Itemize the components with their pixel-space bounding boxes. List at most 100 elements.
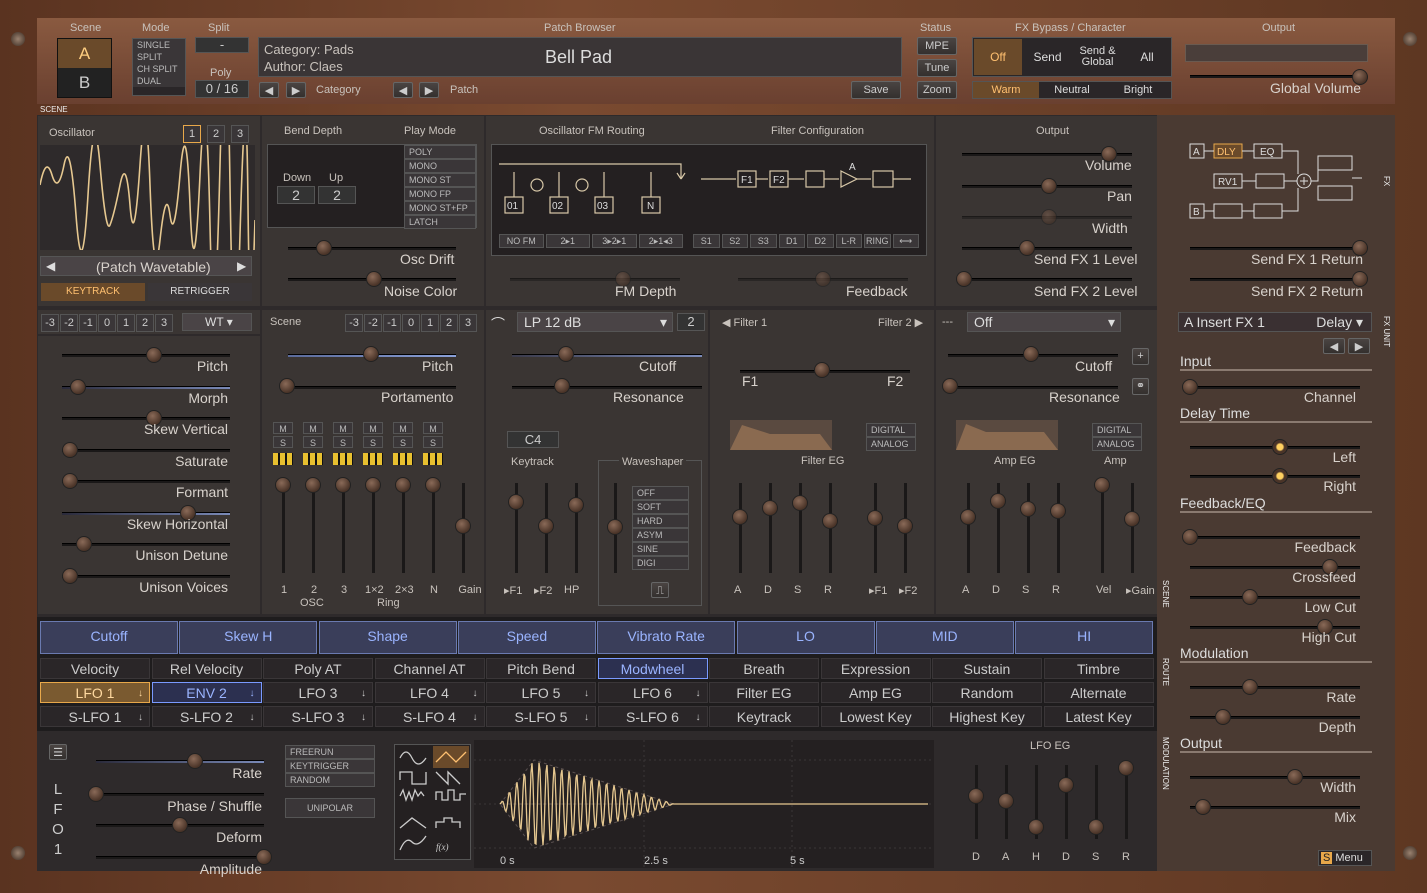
lfo-menu-icon[interactable]: ☰ <box>49 744 67 760</box>
fx-preset-next[interactable]: ▶ <box>1348 338 1370 354</box>
filter-config-lr[interactable]: L-R <box>835 234 862 248</box>
mod-source[interactable]: Keytrack <box>709 706 819 727</box>
macro-slot[interactable]: LO <box>736 621 875 654</box>
fx-param-knob[interactable] <box>1182 379 1198 395</box>
lfo-eg-knob[interactable] <box>968 788 984 804</box>
filter2-type-dropdown[interactable]: Off ▾ <box>967 312 1121 332</box>
filter-slider-knob[interactable] <box>568 497 584 513</box>
osc-param-knob[interactable] <box>146 347 162 363</box>
solo-button[interactable]: S <box>303 436 323 448</box>
solo-button[interactable]: S <box>423 436 443 448</box>
aeg-analog[interactable]: ANALOG <box>1092 437 1142 451</box>
route-indicator[interactable] <box>303 453 323 465</box>
route-indicator[interactable] <box>273 453 293 465</box>
scene-oct-3[interactable]: 3 <box>459 314 477 332</box>
mod-source[interactable]: ENV 2 ↓ <box>151 682 262 703</box>
aeg-digital[interactable]: DIGITAL <box>1092 423 1142 437</box>
fx-param-knob[interactable] <box>1287 769 1303 785</box>
mod-source[interactable]: S-LFO 5 ↓ <box>486 706 596 727</box>
route-indicator[interactable] <box>333 453 353 465</box>
fx-param-knob[interactable] <box>1242 589 1258 605</box>
osc-param-knob[interactable] <box>62 473 78 489</box>
ws-asym[interactable]: ASYM <box>632 528 689 542</box>
fm-no-fm[interactable]: NO FM <box>499 234 544 248</box>
ws-soft[interactable]: SOFT <box>632 500 689 514</box>
fm-2-1-3[interactable]: 2▸1◂3 <box>638 234 683 248</box>
aeg-slider-knob[interactable] <box>1050 503 1066 519</box>
ws-off[interactable]: OFF <box>632 486 689 500</box>
scene-b-button[interactable]: B <box>58 68 111 97</box>
category-next-button[interactable]: ▶ <box>286 82 306 98</box>
filter1-type-dropdown[interactable]: LP 12 dB ▾ <box>517 312 673 332</box>
route-indicator[interactable] <box>363 453 383 465</box>
mute-button[interactable]: M <box>303 422 323 434</box>
waveshaper-curve-icon[interactable]: ⎍ <box>651 582 669 598</box>
width-knob[interactable] <box>1041 209 1057 225</box>
fx-param-knob[interactable] <box>1272 439 1288 455</box>
mod-source[interactable]: Channel AT <box>374 658 485 679</box>
scene-oct-m3[interactable]: -3 <box>345 314 363 332</box>
fx-bypass-send[interactable]: Send <box>1023 39 1072 75</box>
ws-hard[interactable]: HARD <box>632 514 689 528</box>
osc-param-knob[interactable] <box>62 441 78 458</box>
category-prev-button[interactable]: ◀ <box>259 82 279 98</box>
route-indicator[interactable] <box>423 453 443 465</box>
lfo-eg-knob[interactable] <box>1028 819 1044 835</box>
link-icon[interactable]: ⚭ <box>1132 378 1149 395</box>
feg-slider-knob[interactable] <box>762 500 778 516</box>
mode-ch-split[interactable]: CH SPLIT <box>133 63 185 75</box>
unipolar-toggle[interactable]: UNIPOLAR <box>285 798 375 818</box>
lfo-param-knob[interactable] <box>88 786 104 802</box>
mod-source[interactable]: Rel Velocity <box>151 658 262 679</box>
fx-param-knob[interactable] <box>1272 468 1288 484</box>
fx-param-knob[interactable] <box>1215 709 1231 725</box>
osc-oct-1[interactable]: 1 <box>117 314 135 332</box>
mute-button[interactable]: M <box>423 422 443 434</box>
macro-slot[interactable]: Speed <box>457 621 596 654</box>
mixer-fader-knob[interactable] <box>455 518 471 534</box>
fx-param-knob[interactable] <box>1182 529 1198 545</box>
filter1-nav[interactable]: ◀ Filter 1 <box>722 316 767 329</box>
osc-oct-2[interactable]: 2 <box>136 314 154 332</box>
macro-slot[interactable]: Shape <box>318 621 457 654</box>
feg-digital[interactable]: DIGITAL <box>866 423 916 437</box>
filter-config-s1[interactable]: S1 <box>693 234 720 248</box>
mode-split[interactable]: SPLIT <box>133 51 185 63</box>
ws-digi[interactable]: DIGI <box>632 556 689 570</box>
mixer-fader-knob[interactable] <box>425 477 441 493</box>
lfo-keytrigger[interactable]: KEYTRIGGER <box>285 759 375 773</box>
mod-source[interactable]: Lowest Key <box>820 706 931 727</box>
mod-source[interactable]: LFO 4 ↓ <box>374 682 485 703</box>
mixer-fader-knob[interactable] <box>305 477 321 493</box>
send-fx2-knob[interactable] <box>956 271 972 287</box>
fm-3-2-1[interactable]: 3▸2▸1 <box>592 234 637 248</box>
osc-oct-0[interactable]: 0 <box>98 314 116 332</box>
osc-oct-m3[interactable]: -3 <box>41 314 59 332</box>
menu-button[interactable]: S Menu <box>1318 850 1372 866</box>
cutoff2-knob[interactable] <box>1023 346 1039 362</box>
scene-pitch-knob[interactable] <box>363 346 379 362</box>
scene-oct-m1[interactable]: -1 <box>383 314 401 332</box>
tune-button[interactable]: Tune <box>917 59 957 77</box>
filter-config-s2[interactable]: S2 <box>721 234 748 248</box>
scene-oct-2[interactable]: 2 <box>440 314 458 332</box>
mod-source[interactable]: Alternate <box>1043 682 1154 703</box>
mod-source[interactable]: Pitch Bend <box>486 658 596 679</box>
filter-slider-knob[interactable] <box>607 519 623 535</box>
mixer-fader-knob[interactable] <box>275 477 291 493</box>
wavetable-prev-icon[interactable]: ◀ <box>46 259 55 273</box>
aeg-slider-knob[interactable] <box>1094 477 1110 493</box>
feg-slider-knob[interactable] <box>867 510 883 526</box>
noise-color-knob[interactable] <box>366 271 382 287</box>
lfo-freerun[interactable]: FREERUN <box>285 745 375 759</box>
keytrack-toggle[interactable]: KEYTRACK <box>41 283 145 301</box>
fx-param-knob[interactable] <box>1195 799 1211 815</box>
lfo-param-knob[interactable] <box>172 817 188 833</box>
mod-source[interactable]: Random <box>932 682 1042 703</box>
mpe-button[interactable]: MPE <box>917 37 957 55</box>
feg-analog[interactable]: ANALOG <box>866 437 916 451</box>
mod-source[interactable]: Poly AT <box>263 658 373 679</box>
osc-3-button[interactable]: 3 <box>231 125 249 143</box>
resonance2-knob[interactable] <box>942 378 958 394</box>
aeg-slider-knob[interactable] <box>960 509 976 525</box>
